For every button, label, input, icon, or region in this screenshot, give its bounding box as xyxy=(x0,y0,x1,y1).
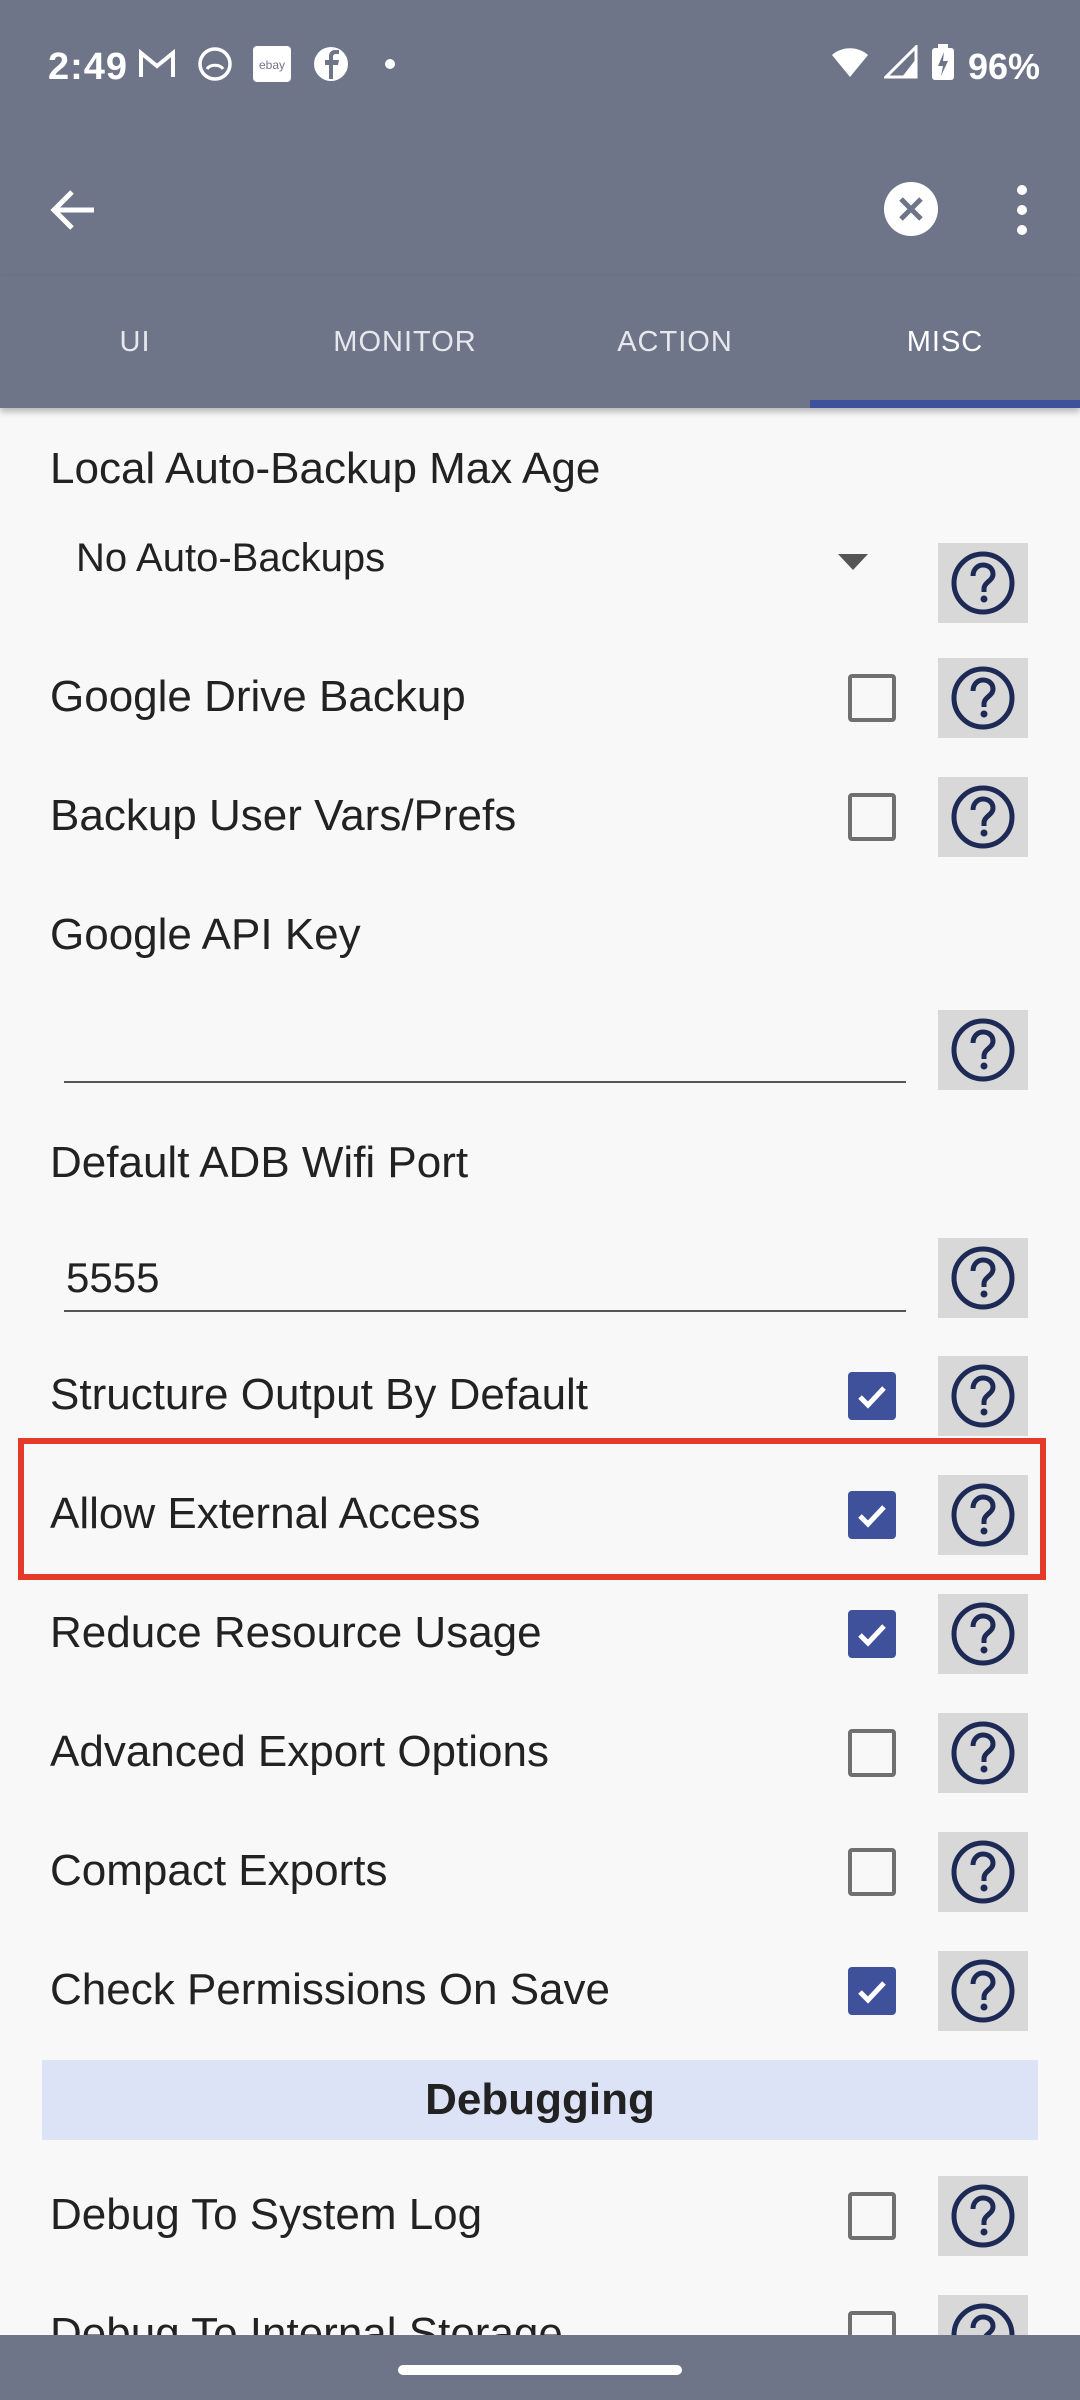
help-icon[interactable] xyxy=(938,777,1028,857)
backup-user-vars-checkbox[interactable] xyxy=(848,793,896,841)
help-icon[interactable] xyxy=(938,658,1028,738)
home-gesture-handle[interactable] xyxy=(398,2365,682,2375)
check-permissions-checkbox[interactable] xyxy=(848,1967,896,2015)
structure-output-label: Structure Output By Default xyxy=(50,1370,589,1419)
google-api-key-label: Google API Key xyxy=(50,910,361,959)
highlight-box xyxy=(18,1438,1046,1580)
wifi-icon xyxy=(830,45,870,88)
help-icon[interactable] xyxy=(938,1951,1028,2031)
more-vert-icon[interactable] xyxy=(1010,182,1034,238)
status-bar: 2:49 ebay 96% xyxy=(0,0,1080,136)
help-icon[interactable] xyxy=(938,2295,1028,2335)
status-right: 96% xyxy=(830,43,1040,89)
battery-icon xyxy=(931,44,954,89)
ebay-icon: ebay xyxy=(252,44,292,84)
help-icon[interactable] xyxy=(938,1010,1028,1090)
close-icon[interactable] xyxy=(883,181,939,237)
signal-icon xyxy=(882,43,918,88)
help-icon[interactable] xyxy=(938,543,1028,623)
check-icon xyxy=(858,1624,886,1647)
debug-system-log-label: Debug To System Log xyxy=(50,2190,483,2239)
dropdown-arrow-icon[interactable] xyxy=(838,554,868,570)
back-arrow-icon[interactable] xyxy=(44,180,104,240)
settings-list: Local Auto-Backup Max Age No Auto-Backup… xyxy=(0,408,1080,2335)
tab-misc[interactable]: MISC xyxy=(810,276,1080,408)
tab-action[interactable]: ACTION xyxy=(540,276,810,408)
dot-icon xyxy=(384,44,396,84)
tab-bar: UI MONITOR ACTION MISC xyxy=(0,276,1080,408)
help-icon[interactable] xyxy=(938,1713,1028,1793)
check-permissions-label: Check Permissions On Save xyxy=(50,1965,610,2014)
tab-ui[interactable]: UI xyxy=(0,276,270,408)
app-icon xyxy=(196,44,234,84)
reduce-resource-usage-checkbox[interactable] xyxy=(848,1610,896,1658)
help-icon[interactable] xyxy=(938,1594,1028,1674)
debug-internal-storage-label: Debug To Internal Storage xyxy=(50,2309,563,2335)
facebook-icon xyxy=(312,44,350,84)
backup-user-vars-label: Backup User Vars/Prefs xyxy=(50,791,517,840)
tab-monitor[interactable]: MONITOR xyxy=(270,276,540,408)
backup-max-age-select[interactable]: No Auto-Backups xyxy=(76,536,385,581)
status-time: 2:49 xyxy=(48,46,129,88)
advanced-export-options-label: Advanced Export Options xyxy=(50,1727,549,1776)
adb-wifi-port-input[interactable]: 5555 xyxy=(66,1254,159,1302)
help-icon[interactable] xyxy=(938,1238,1028,1318)
debug-internal-storage-checkbox[interactable] xyxy=(848,2311,896,2335)
adb-wifi-port-label: Default ADB Wifi Port xyxy=(50,1138,469,1187)
help-icon[interactable] xyxy=(938,2176,1028,2256)
app-toolbar xyxy=(0,136,1080,276)
check-icon xyxy=(858,1981,886,2004)
debug-system-log-checkbox[interactable] xyxy=(848,2192,896,2240)
system-nav-bar xyxy=(0,2335,1080,2400)
advanced-export-options-checkbox[interactable] xyxy=(848,1729,896,1777)
structure-output-checkbox[interactable] xyxy=(848,1372,896,1420)
google-drive-backup-label: Google Drive Backup xyxy=(50,672,466,721)
reduce-resource-usage-label: Reduce Resource Usage xyxy=(50,1608,542,1657)
help-icon[interactable] xyxy=(938,1832,1028,1912)
tab-indicator xyxy=(810,400,1080,408)
backup-max-age-label: Local Auto-Backup Max Age xyxy=(50,444,601,493)
debugging-section-header: Debugging xyxy=(42,2060,1038,2140)
help-icon[interactable] xyxy=(938,1356,1028,1436)
svg-text:ebay: ebay xyxy=(259,58,285,72)
google-api-key-underline xyxy=(64,1081,906,1083)
google-drive-backup-checkbox[interactable] xyxy=(848,674,896,722)
battery-percent: 96% xyxy=(967,45,1040,87)
compact-exports-checkbox[interactable] xyxy=(848,1848,896,1896)
compact-exports-label: Compact Exports xyxy=(50,1846,388,1895)
check-icon xyxy=(858,1386,886,1409)
gmail-icon xyxy=(138,44,176,84)
adb-wifi-port-underline xyxy=(64,1310,906,1312)
